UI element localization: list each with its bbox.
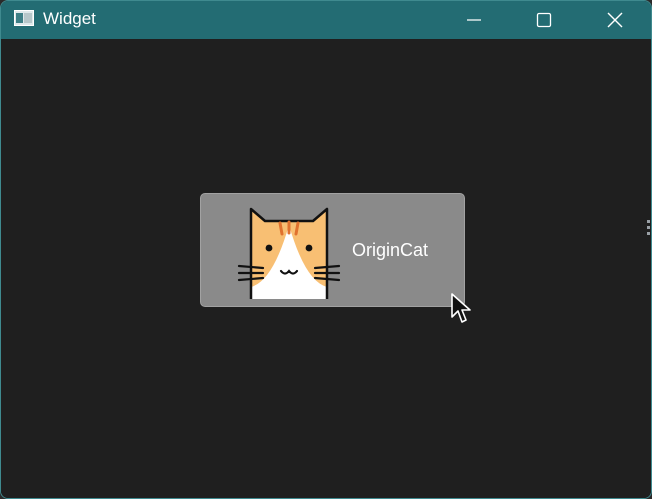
app-window-icon: [14, 10, 34, 26]
mouse-pointer-icon: [451, 293, 471, 323]
close-icon: [607, 12, 623, 28]
close-button[interactable]: [580, 1, 650, 39]
minimize-icon: [467, 19, 481, 21]
maximize-icon: [536, 12, 552, 28]
minimize-button[interactable]: [439, 1, 509, 39]
content-area: OriginCat: [1, 39, 651, 498]
app-window: Widget OriginCat: [0, 0, 652, 499]
title-bar[interactable]: Widget: [1, 1, 651, 39]
window-title: Widget: [43, 9, 96, 28]
maximize-button[interactable]: [509, 1, 579, 39]
resize-grip-icon[interactable]: [647, 218, 651, 238]
origincat-button[interactable]: OriginCat: [200, 193, 465, 307]
cat-icon: [237, 207, 341, 299]
origincat-button-label: OriginCat: [352, 240, 429, 260]
